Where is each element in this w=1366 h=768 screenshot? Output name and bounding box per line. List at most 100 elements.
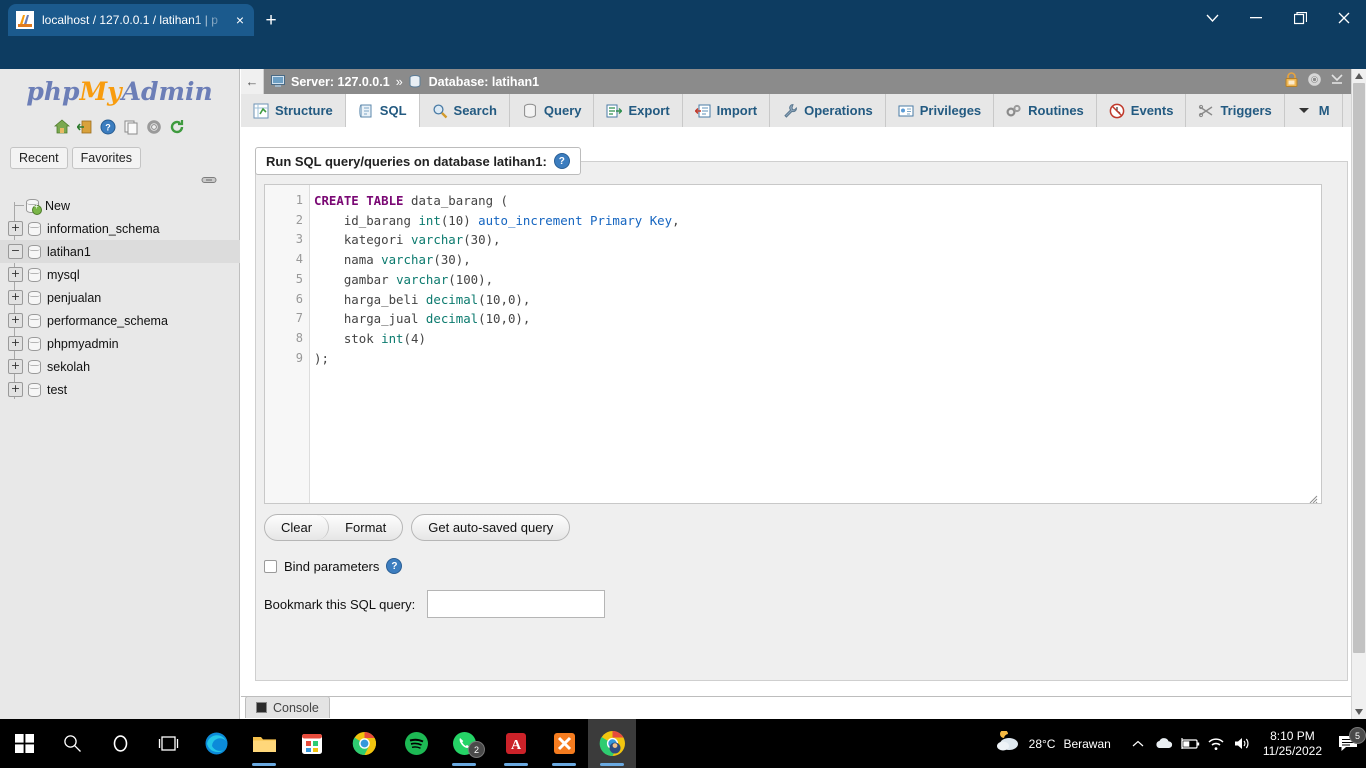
- breadcrumb-server[interactable]: Server: 127.0.0.1: [291, 75, 390, 89]
- code-line: gambar varchar(100),: [314, 271, 494, 287]
- db-item-mysql[interactable]: + mysql: [0, 263, 240, 286]
- tab-routines[interactable]: Routines: [994, 94, 1097, 127]
- expand-icon[interactable]: +: [8, 313, 23, 328]
- tab-triggers[interactable]: Triggers: [1186, 94, 1285, 127]
- window-minimize-button[interactable]: [1234, 0, 1278, 36]
- collapse-icon[interactable]: −: [8, 244, 23, 259]
- get-auto-saved-query-button[interactable]: Get auto-saved query: [411, 514, 571, 541]
- tab-more[interactable]: M: [1284, 94, 1343, 127]
- tab-export[interactable]: Export: [594, 94, 683, 127]
- start-button[interactable]: [0, 719, 48, 768]
- breadcrumb-separator: »: [395, 74, 403, 89]
- tab-label: Export: [628, 103, 670, 118]
- tab-favorites[interactable]: Favorites: [71, 147, 142, 169]
- tab-events[interactable]: Events: [1096, 94, 1187, 127]
- link-with-main-panel-icon[interactable]: [201, 173, 217, 185]
- help-icon[interactable]: ?: [386, 558, 403, 574]
- expand-icon[interactable]: +: [8, 359, 23, 374]
- tab-search[interactable]: Search: [419, 94, 510, 127]
- scroll-up-button[interactable]: [1352, 69, 1366, 83]
- collapse-navigation-button[interactable]: ←: [241, 69, 264, 94]
- clear-button[interactable]: Clear: [265, 515, 330, 540]
- tab-structure[interactable]: Structure: [241, 94, 346, 127]
- chrome-icon[interactable]: [340, 719, 388, 768]
- textarea-resize-handle[interactable]: [1309, 491, 1318, 503]
- editor-button-row: Clear Format Get auto-saved query: [264, 514, 571, 541]
- scroll-down-button[interactable]: [1352, 705, 1366, 719]
- help-icon[interactable]: ?: [553, 153, 570, 169]
- database-icon: [28, 244, 41, 259]
- edge-icon[interactable]: [192, 719, 240, 768]
- xampp-icon[interactable]: [540, 719, 588, 768]
- settings-gear-icon[interactable]: [1307, 72, 1322, 92]
- expand-icon[interactable]: +: [8, 336, 23, 351]
- tab-query[interactable]: Query: [509, 94, 595, 127]
- tab-close-icon[interactable]: ×: [234, 13, 246, 27]
- lock-icon[interactable]: [1284, 71, 1299, 92]
- settings-gear-icon[interactable]: [146, 119, 162, 135]
- bookmark-input[interactable]: [427, 590, 606, 618]
- wifi-icon[interactable]: [1203, 737, 1229, 751]
- home-icon[interactable]: [53, 119, 71, 135]
- clock[interactable]: 8:10 PM 11/25/2022: [1255, 729, 1330, 759]
- db-item-penjualan[interactable]: + penjualan: [0, 286, 240, 309]
- sql-code-text[interactable]: CREATE TABLE data_barang ( id_barang int…: [310, 185, 1321, 503]
- weather-widget[interactable]: 28°C Berawan: [995, 730, 1125, 756]
- file-explorer-icon[interactable]: [240, 719, 288, 768]
- window-close-button[interactable]: [1322, 0, 1366, 36]
- window-maximize-button[interactable]: [1278, 0, 1322, 36]
- bind-parameters-checkbox[interactable]: [264, 559, 277, 573]
- expand-icon[interactable]: +: [8, 221, 23, 236]
- navigation-sidebar: phpMyAdmin ? Recent Favorites + New + in…: [0, 69, 240, 719]
- collapse-icon[interactable]: [1330, 72, 1344, 91]
- tab-recent[interactable]: Recent: [10, 147, 68, 169]
- page-scrollbar[interactable]: [1351, 69, 1366, 719]
- tab-operations[interactable]: Operations: [770, 94, 886, 127]
- db-item-phpmyadmin[interactable]: + phpmyadmin: [0, 332, 240, 355]
- spotify-icon[interactable]: [392, 719, 440, 768]
- tab-privileges[interactable]: Privileges: [885, 94, 995, 127]
- notification-center-icon[interactable]: 5: [1330, 727, 1366, 752]
- sql-editor[interactable]: 1 2 3 4 5 6 7 8 9 CREATE TABLE data_bara…: [264, 184, 1322, 504]
- battery-icon[interactable]: [1177, 737, 1203, 750]
- console-toggle[interactable]: Console: [245, 696, 330, 718]
- code-line: kategori varchar(30),: [314, 232, 501, 248]
- search-icon[interactable]: [48, 719, 96, 768]
- browser-tab[interactable]: localhost / 127.0.0.1 / latihan1 | p ×: [8, 4, 254, 36]
- events-icon: [1109, 103, 1125, 119]
- expand-icon[interactable]: +: [8, 290, 23, 305]
- navigation-tabs: Recent Favorites: [10, 147, 239, 169]
- expand-icon[interactable]: +: [8, 382, 23, 397]
- breadcrumb-database[interactable]: Database: latihan1: [429, 75, 539, 89]
- expand-icon[interactable]: +: [8, 267, 23, 282]
- help-icon[interactable]: ?: [100, 119, 116, 135]
- task-view-icon[interactable]: [144, 719, 192, 768]
- scrollbar-thumb[interactable]: [1353, 83, 1365, 653]
- tab-import[interactable]: Import: [682, 94, 771, 127]
- chevron-down-icon[interactable]: [1190, 0, 1234, 36]
- tab-sql[interactable]: SQL: [345, 94, 420, 127]
- adobe-reader-icon[interactable]: A: [492, 719, 540, 768]
- db-item-latihan1[interactable]: − latihan1: [0, 240, 240, 263]
- show-hidden-icons-chevron[interactable]: [1125, 740, 1151, 748]
- console-docs-icon[interactable]: [123, 119, 139, 135]
- format-button[interactable]: Format: [329, 515, 402, 540]
- db-item-sekolah[interactable]: + sekolah: [0, 355, 240, 378]
- db-item-information-schema[interactable]: + information_schema: [0, 217, 240, 240]
- microsoft-store-icon[interactable]: [288, 719, 336, 768]
- whatsapp-icon[interactable]: 2: [440, 719, 488, 768]
- volume-icon[interactable]: [1229, 736, 1255, 751]
- phpmyadmin-logo[interactable]: phpMyAdmin: [0, 69, 239, 111]
- db-item-new[interactable]: New: [0, 194, 240, 217]
- chrome-active-icon[interactable]: [588, 719, 636, 768]
- exit-icon[interactable]: [76, 119, 93, 135]
- cortana-icon[interactable]: [96, 719, 144, 768]
- weather-icon: [995, 730, 1021, 756]
- refresh-icon[interactable]: [169, 119, 185, 135]
- onedrive-cloud-icon[interactable]: [1151, 737, 1177, 750]
- db-label: penjualan: [47, 290, 102, 305]
- database-tree: New + information_schema − latihan1 + my…: [0, 194, 240, 401]
- db-item-test[interactable]: + test: [0, 378, 240, 401]
- db-item-performance-schema[interactable]: + performance_schema: [0, 309, 240, 332]
- new-tab-button[interactable]: +: [258, 8, 284, 34]
